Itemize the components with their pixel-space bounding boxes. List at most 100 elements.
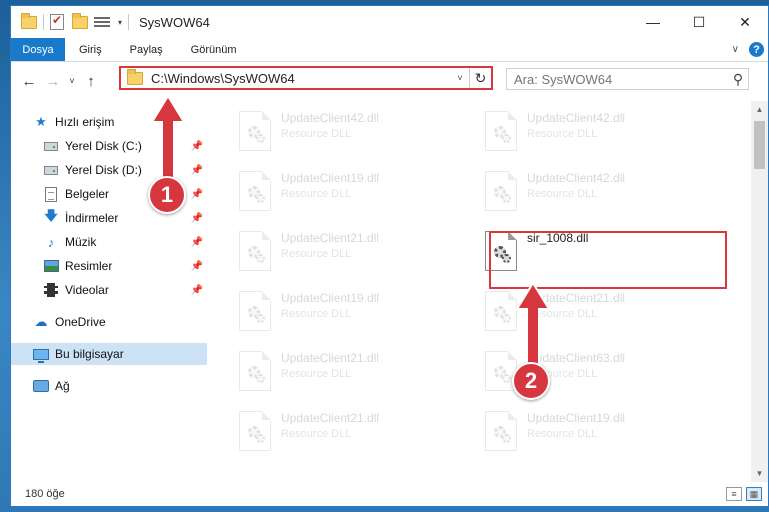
ribbon-tabs: Dosya Giriş Paylaş Görünüm ∨ ? (11, 38, 768, 62)
star-icon: ★ (35, 114, 47, 129)
sidebar-item-this-pc[interactable]: Bu bilgisayar (11, 343, 207, 365)
file-name: UpdateClient42.dll (527, 111, 626, 125)
file-item[interactable]: UpdateClient19.dll Resource DLL (233, 287, 463, 343)
folder-icon (127, 68, 143, 85)
explorer-window: ▾ SysWOW64 — ☐ ✕ Dosya Giriş Paylaş Görü… (10, 5, 769, 507)
dll-file-icon (239, 171, 271, 211)
minimize-button[interactable]: — (630, 6, 676, 38)
pin-icon[interactable]: 📌 (191, 213, 203, 224)
sidebar-item-label: OneDrive (55, 315, 106, 329)
window-title: SysWOW64 (139, 14, 210, 30)
search-icon[interactable]: ⚲ (728, 71, 748, 88)
highlight-box (489, 231, 727, 289)
file-item[interactable]: UpdateClient21.dll Resource DLL (233, 347, 463, 403)
search-box[interactable]: ⚲ (506, 68, 749, 90)
dll-file-icon (239, 291, 271, 331)
file-item[interactable]: UpdateClient42.dll Resource DLL (479, 167, 709, 223)
pin-icon[interactable]: 📌 (191, 189, 203, 200)
scroll-down-icon[interactable]: ▼ (751, 465, 768, 482)
address-bar[interactable]: C:\Windows\SysWOW64 ˅ ↻ (119, 66, 493, 90)
navigation-bar: ← → ˅ ↑ C:\Windows\SysWOW64 ˅ ↻ ⚲ (11, 63, 768, 99)
drive-icon (43, 162, 59, 178)
title-bar: ▾ SysWOW64 — ☐ ✕ (11, 6, 768, 38)
file-item[interactable]: UpdateClient19.dll Resource DLL (479, 407, 709, 463)
back-arrow-icon[interactable]: ← (17, 73, 41, 90)
tab-home[interactable]: Giriş (65, 38, 116, 61)
video-icon (43, 282, 59, 298)
properties-check-icon[interactable] (50, 13, 66, 30)
dll-file-icon (239, 231, 271, 271)
pictures-icon (43, 258, 59, 274)
sidebar-item-onedrive[interactable]: ☁ OneDrive (11, 311, 207, 333)
sidebar-item-label: Müzik (65, 235, 97, 249)
file-description: Resource DLL (281, 128, 352, 140)
expand-ribbon-icon[interactable]: ∨ (732, 44, 739, 55)
file-name: UpdateClient19.dll (281, 171, 380, 185)
pin-icon[interactable]: 📌 (191, 165, 203, 176)
sidebar-item-label: İndirmeler (65, 211, 119, 225)
file-item[interactable]: UpdateClient42.dll Resource DLL (479, 107, 709, 163)
new-folder-icon[interactable] (72, 13, 88, 30)
folder-icon (21, 13, 37, 30)
recent-locations-dropdown-icon[interactable]: ˅ (65, 76, 79, 86)
quick-access-toolbar: ▾ SysWOW64 (21, 6, 210, 38)
pin-icon[interactable]: 📌 (191, 285, 203, 296)
file-description: Resource DLL (527, 188, 598, 200)
toolbar-separator (43, 14, 44, 30)
file-item[interactable]: UpdateClient19.dll Resource DLL (233, 167, 463, 223)
window-controls: — ☐ ✕ (630, 6, 768, 38)
address-dropdown-icon[interactable]: ˅ (451, 73, 469, 83)
scroll-thumb[interactable] (754, 121, 765, 169)
customize-toolbar-dropdown-icon[interactable]: ▾ (118, 18, 122, 27)
dll-file-icon (485, 171, 517, 211)
music-icon: ♪ (47, 234, 55, 250)
sidebar-item-pictures[interactable]: Resimler 📌 (11, 255, 207, 277)
sidebar-item-network[interactable]: Ağ (11, 375, 207, 397)
sidebar-item-label: Ağ (55, 379, 70, 393)
scroll-up-icon[interactable]: ▲ (751, 101, 768, 118)
sidebar-item-videos[interactable]: Videolar 📌 (11, 279, 207, 301)
tab-share[interactable]: Paylaş (116, 38, 177, 61)
tiles-view-icon[interactable]: ▦ (746, 487, 762, 501)
file-description: Resource DLL (281, 428, 352, 440)
file-list: UpdateClient42.dll Resource DLL UpdateCli… (215, 101, 740, 482)
dll-file-icon (239, 111, 271, 151)
file-name: UpdateClient19.dll (527, 411, 626, 425)
file-name: UpdateClient19.dll (281, 291, 380, 305)
up-arrow-icon[interactable]: ↑ (79, 73, 103, 90)
file-item[interactable]: UpdateClient21.dll Resource DLL (233, 227, 463, 283)
file-description: Resource DLL (281, 248, 352, 260)
tab-view[interactable]: Görünüm (177, 38, 251, 61)
dll-file-icon (485, 411, 517, 451)
help-icon[interactable]: ? (749, 42, 764, 57)
file-item[interactable]: UpdateClient42.dll Resource DLL (233, 107, 463, 163)
document-icon (43, 186, 59, 202)
sidebar-item-music[interactable]: ♪ Müzik 📌 (11, 231, 207, 253)
vertical-scrollbar[interactable]: ▲ ▼ (751, 101, 768, 482)
sidebar-item-label: Bu bilgisayar (55, 347, 124, 361)
file-description: Resource DLL (527, 428, 598, 440)
sidebar-item-label: Yerel Disk (D:) (65, 163, 142, 177)
pin-icon[interactable]: 📌 (191, 237, 203, 248)
step-badge-2: 2 (512, 362, 550, 400)
close-button[interactable]: ✕ (722, 6, 768, 38)
sidebar-item-label: Hızlı erişim (55, 115, 115, 129)
file-description: Resource DLL (527, 128, 598, 140)
properties-icon[interactable] (94, 15, 110, 29)
sidebar-item-label: Belgeler (65, 187, 110, 201)
file-name: UpdateClient42.dll (527, 171, 626, 185)
refresh-icon[interactable]: ↻ (469, 68, 491, 88)
status-bar: 180 öğe ≡ ▦ (11, 482, 768, 506)
maximize-button[interactable]: ☐ (676, 6, 722, 38)
address-path[interactable]: C:\Windows\SysWOW64 (151, 71, 451, 86)
network-icon (33, 378, 49, 394)
pin-icon[interactable]: 📌 (191, 141, 203, 152)
pin-icon[interactable]: 📌 (191, 261, 203, 272)
details-view-icon[interactable]: ≡ (726, 487, 742, 501)
tab-file[interactable]: Dosya (11, 38, 65, 61)
step-badge-1: 1 (148, 176, 186, 214)
forward-arrow-icon[interactable]: → (41, 73, 65, 90)
download-icon: 🡇 (44, 208, 58, 223)
search-input[interactable] (514, 71, 728, 87)
file-item[interactable]: UpdateClient21.dll Resource DLL (233, 407, 463, 463)
